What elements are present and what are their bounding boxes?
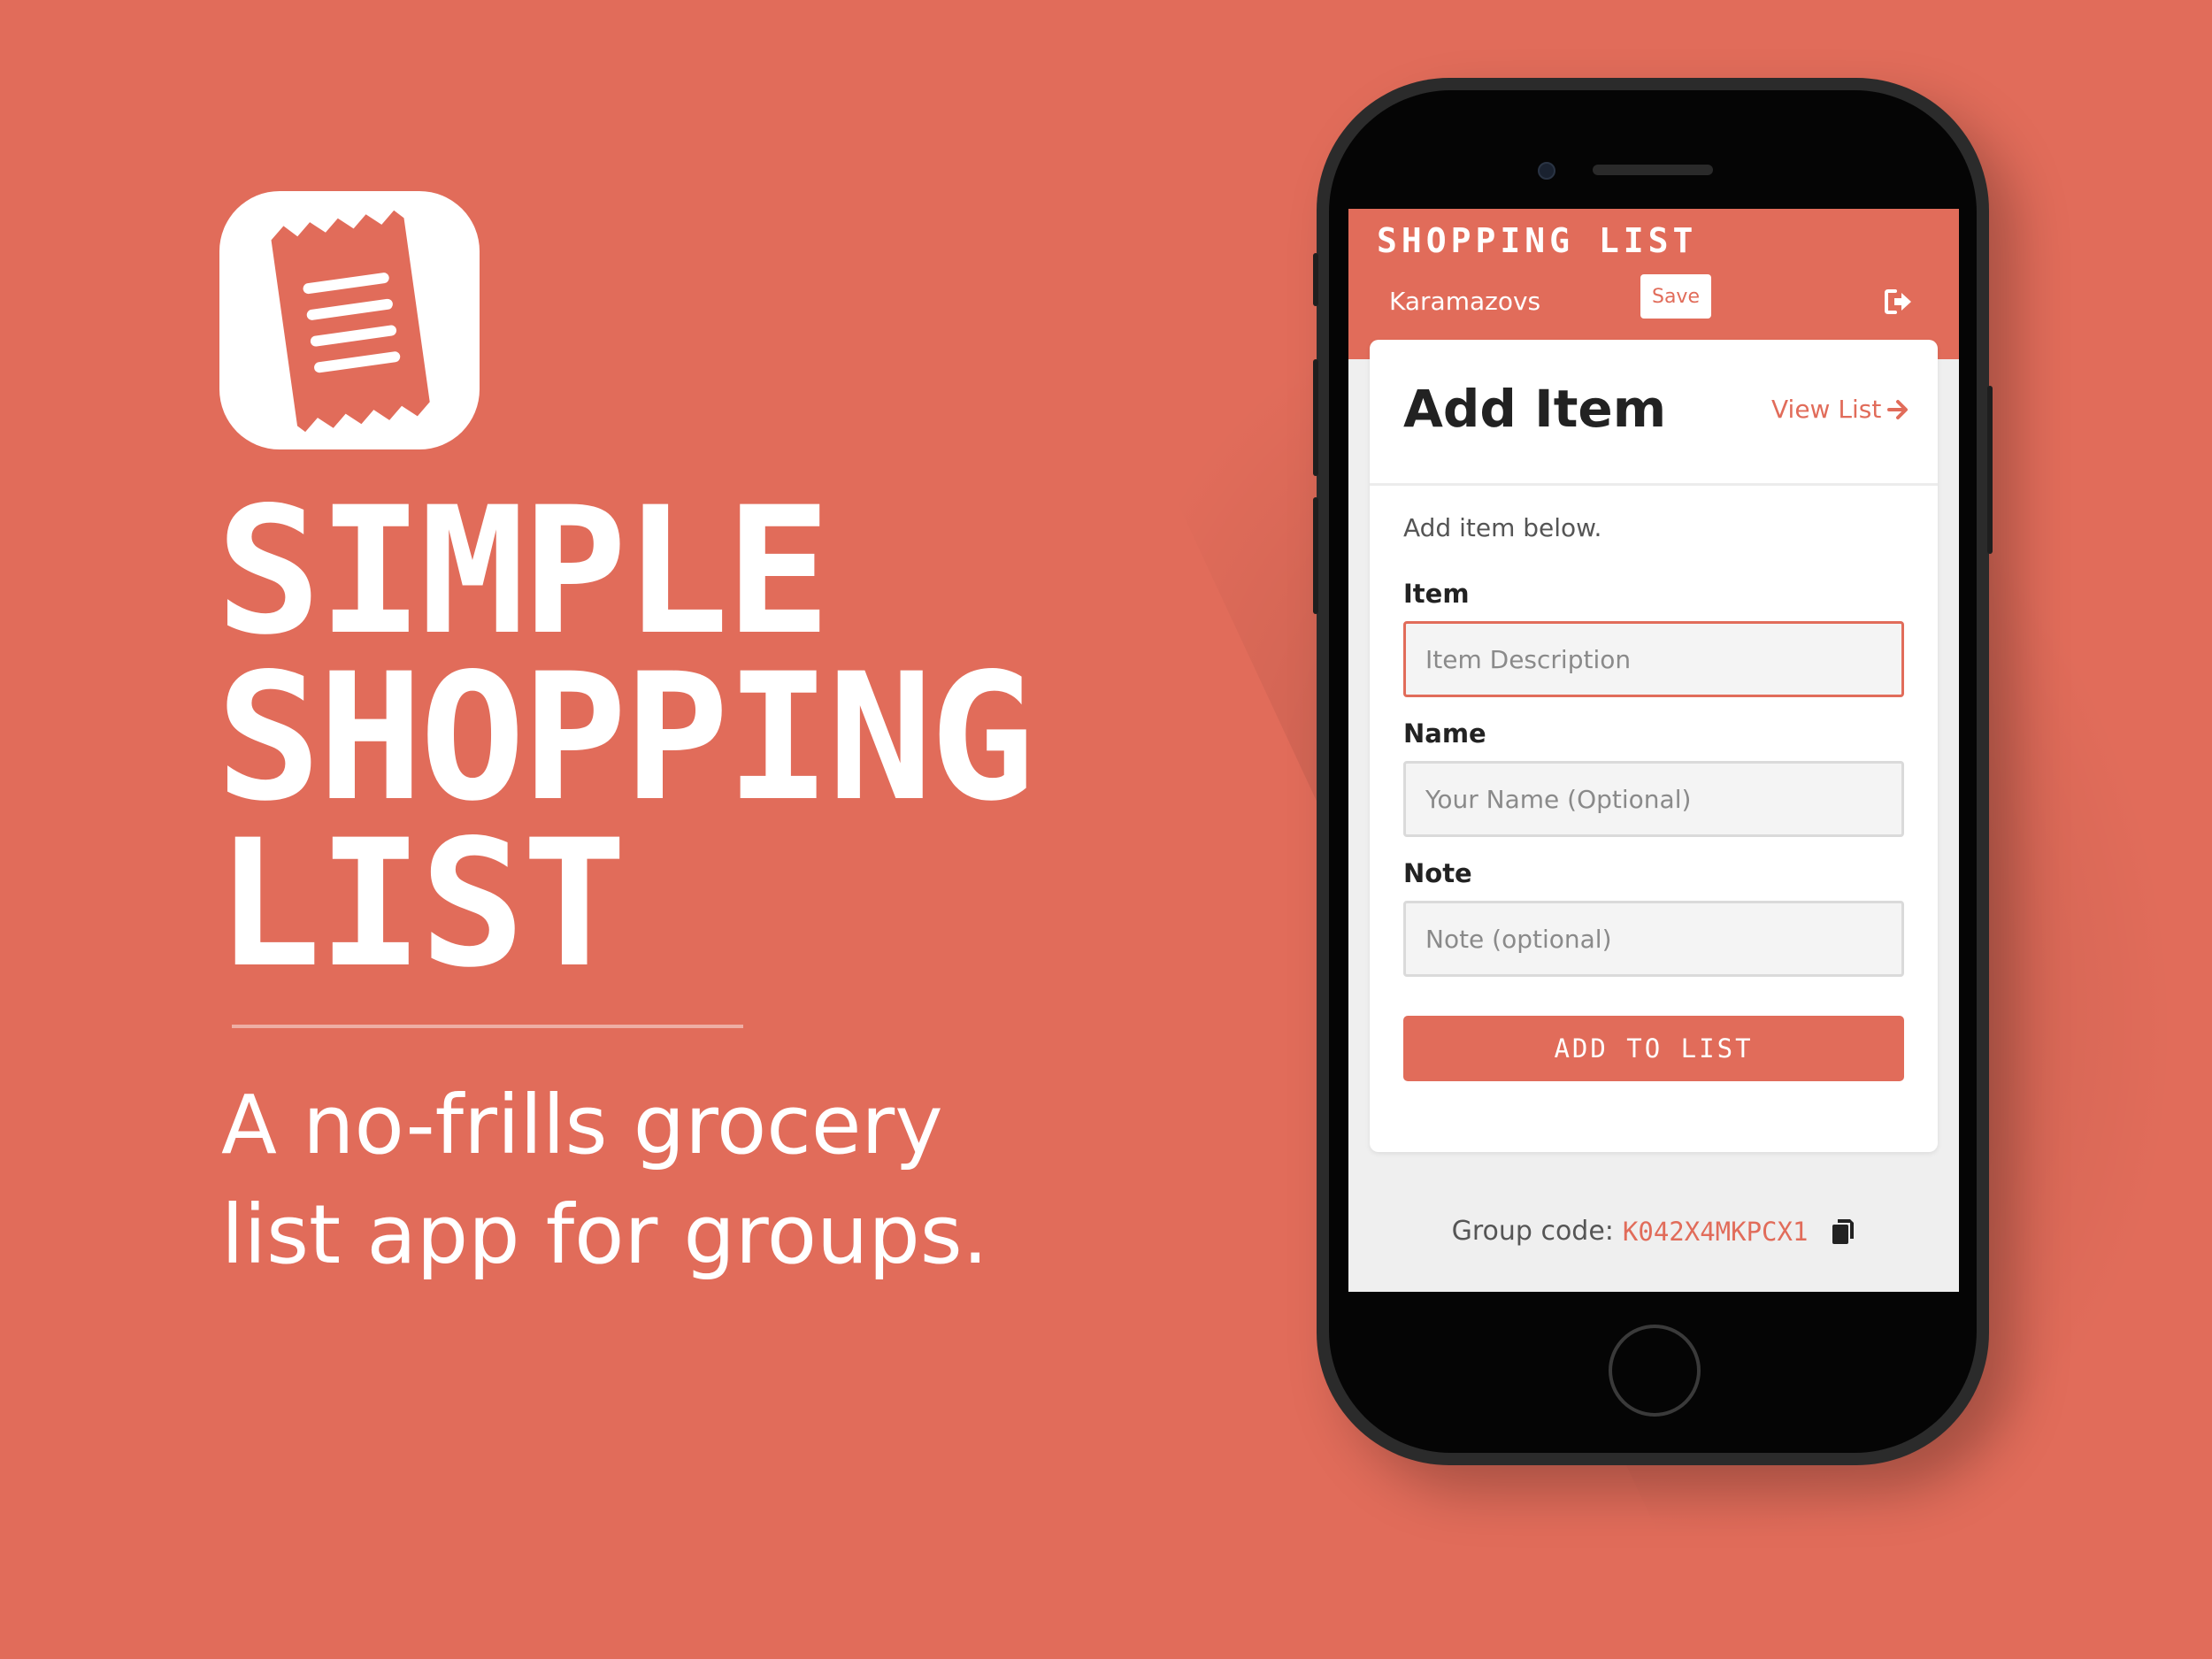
view-list-label: View List: [1771, 395, 1882, 424]
add-to-list-button[interactable]: ADD TO LIST: [1403, 1016, 1904, 1081]
arrow-right-icon: [1887, 399, 1909, 419]
headline-line: LIST: [216, 802, 627, 1006]
item-input[interactable]: [1403, 621, 1904, 697]
home-button[interactable]: [1609, 1325, 1701, 1417]
promo-headline: SIMPLE SHOPPING LIST: [216, 469, 1035, 1006]
group-name: Karamazovs: [1389, 287, 1541, 316]
power-button: [1987, 386, 1993, 554]
volume-up-button: [1313, 359, 1318, 476]
earpiece-speaker: [1593, 165, 1713, 175]
add-item-card: Add Item View List Add item below. Item …: [1370, 340, 1938, 1152]
intro-text: Add item below.: [1403, 513, 1602, 542]
name-label: Name: [1403, 718, 1486, 749]
card-header: Add Item View List: [1370, 340, 1938, 486]
receipt-icon: [219, 191, 480, 449]
volume-down-button: [1313, 497, 1318, 614]
save-button[interactable]: Save: [1640, 274, 1711, 319]
name-input[interactable]: [1403, 761, 1904, 837]
phone-screen: SHOPPING LIST Karamazovs Save Add Item V…: [1348, 209, 1959, 1292]
headline-line: SHOPPING: [216, 635, 1035, 840]
tagline-line: A no-frills grocery: [221, 1078, 943, 1172]
group-code-row: Group code: K042X4MKPCX1: [1348, 1216, 1959, 1247]
sign-out-icon[interactable]: [1885, 288, 1913, 315]
promo-divider: [232, 1025, 743, 1028]
promo-tagline: A no-frills grocery list app for groups.: [221, 1071, 988, 1290]
tagline-line: list app for groups.: [221, 1187, 988, 1282]
mute-switch: [1313, 253, 1318, 306]
copy-icon[interactable]: [1831, 1217, 1855, 1246]
group-code-label: Group code:: [1451, 1216, 1614, 1247]
group-code-value: K042X4MKPCX1: [1622, 1216, 1809, 1247]
app-header: SHOPPING LIST Karamazovs Save: [1348, 209, 1959, 359]
view-list-link[interactable]: View List: [1771, 395, 1909, 424]
front-camera: [1538, 162, 1555, 180]
note-input[interactable]: [1403, 901, 1904, 977]
card-title: Add Item: [1403, 379, 1667, 439]
headline-line: SIMPLE: [216, 469, 831, 673]
app-title: SHOPPING LIST: [1377, 221, 1698, 260]
item-label: Item: [1403, 579, 1470, 609]
note-label: Note: [1403, 858, 1472, 888]
